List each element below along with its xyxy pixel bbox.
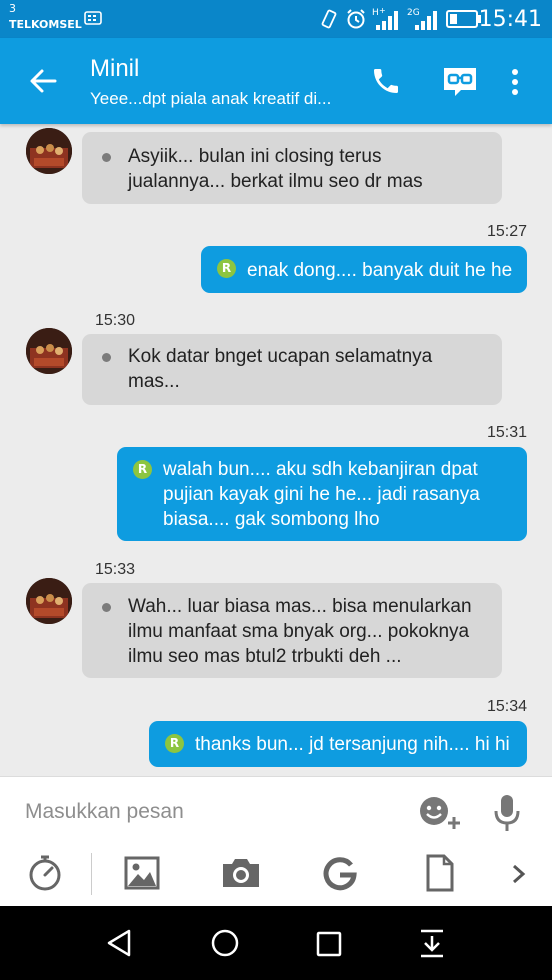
message-timestamp: 15:30 (95, 312, 136, 329)
nav-back-icon[interactable] (104, 928, 134, 958)
svg-text:2G: 2G (407, 8, 420, 18)
message-bubble-incoming[interactable]: Asyiik... bulan ini closing terus jualan… (82, 132, 502, 204)
message-timestamp: 15:33 (95, 561, 136, 578)
nav-home-icon[interactable] (210, 928, 240, 958)
camera-icon[interactable] (220, 856, 262, 890)
status-bar: 3 TELKOMSEL H + 2G 15:41 (0, 0, 552, 38)
timer-icon[interactable] (27, 854, 63, 892)
carrier-name: TELKOMSEL (9, 18, 82, 31)
carrier-number: 3 (9, 2, 16, 15)
signal-2g-icon: 2G (407, 8, 437, 30)
message-bubble-incoming[interactable]: Kok datar bnget ucapan selamatnya mas... (82, 334, 502, 405)
divider (91, 853, 92, 895)
read-status-dot (102, 153, 111, 162)
nav-notifications-icon[interactable] (419, 928, 445, 960)
chevron-right-icon[interactable] (511, 863, 527, 885)
back-arrow-icon[interactable] (28, 66, 58, 96)
message-bubble-outgoing[interactable]: R enak dong.... banyak duit he he (201, 246, 527, 293)
signal-h-plus-icon: H + (372, 6, 398, 30)
message-bubble-incoming[interactable]: Wah... luar biasa mas... bisa menularkan… (82, 583, 502, 678)
status-time: 15:41 (478, 7, 542, 32)
message-text-line: Kok datar bnget ucapan selamatnya (128, 346, 433, 367)
message-text-line: jualannya... berkat ilmu seo dr mas (128, 171, 423, 192)
message-text-line: mas... (128, 371, 180, 392)
message-bubble-outgoing[interactable]: R walah bun.... aku sdh kebanjiran dpat … (117, 447, 527, 541)
svg-text:+: + (379, 6, 386, 15)
message-text-line: enak dong.... banyak duit he he (247, 260, 513, 281)
message-bubble-outgoing[interactable]: R thanks bun... jd tersanjung nih.... hi… (149, 721, 527, 767)
chat-subtitle[interactable]: Yeee...dpt piala anak kreatif di... (90, 89, 331, 109)
chat-title[interactable]: Minil (90, 55, 139, 83)
vibrate-icon (321, 9, 337, 29)
message-timestamp: 15:34 (487, 698, 528, 715)
read-receipt-r-icon: R (217, 259, 236, 278)
message-text-line: pujian kayak gini he he... jadi rasanya (163, 484, 480, 505)
message-timestamp: 15:27 (487, 223, 528, 240)
battery-icon (446, 10, 481, 28)
bbm-notification-icon (84, 11, 102, 25)
read-receipt-r-icon: R (165, 734, 184, 753)
phone-icon[interactable] (370, 65, 402, 97)
google-icon[interactable] (322, 856, 358, 892)
app-bar: Minil Yeee...dpt piala anak kreatif di..… (0, 38, 552, 124)
navigation-bar (0, 906, 552, 980)
video-call-icon[interactable] (441, 65, 479, 99)
message-text-line: ilmu seo mas btul2 trbukti deh ... (128, 646, 402, 667)
microphone-icon[interactable] (493, 793, 521, 833)
message-text-line: Asyiik... bulan ini closing terus (128, 146, 382, 167)
nav-recents-icon[interactable] (315, 930, 343, 958)
contact-avatar[interactable] (26, 128, 72, 174)
read-status-dot (102, 353, 111, 362)
message-input[interactable]: Masukkan pesan (25, 800, 184, 824)
read-status-dot (102, 603, 111, 612)
message-text-line: biasa.... gak sombong lho (163, 509, 380, 530)
contact-avatar[interactable] (26, 578, 72, 624)
message-composer: Masukkan pesan (0, 776, 552, 907)
message-text-line: thanks bun... jd tersanjung nih.... hi h… (195, 734, 510, 755)
svg-text:H: H (372, 8, 379, 18)
message-text-line: Wah... luar biasa mas... bisa menularkan (128, 596, 472, 617)
chat-messages[interactable]: Asyiik... bulan ini closing terus jualan… (0, 124, 552, 776)
message-text-line: ilmu manfaat sma bnyak org... pokoknya (128, 621, 470, 642)
message-text-line: walah bun.... aku sdh kebanjiran dpat (163, 459, 478, 480)
read-receipt-r-icon: R (133, 460, 152, 479)
message-timestamp: 15:31 (487, 424, 528, 441)
contact-avatar[interactable] (26, 328, 72, 374)
document-icon[interactable] (425, 854, 455, 892)
alarm-icon (347, 9, 365, 29)
image-icon[interactable] (124, 856, 160, 890)
emoji-add-icon[interactable] (418, 795, 464, 831)
more-vert-icon[interactable] (508, 68, 522, 96)
